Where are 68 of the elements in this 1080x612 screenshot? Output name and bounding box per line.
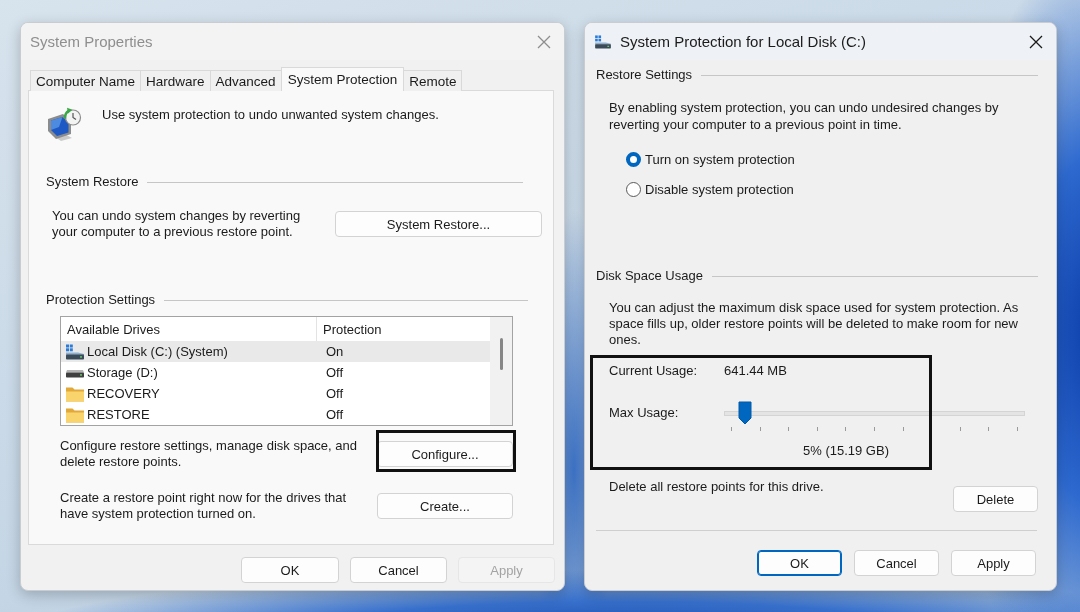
ok-button[interactable]: OK	[241, 557, 339, 583]
cancel-button[interactable]: Cancel	[854, 550, 939, 576]
folder-icon	[65, 406, 85, 423]
description-text: Create a restore point right now for the drives that have system protection turned on.	[60, 490, 348, 522]
slider-tick	[1016, 427, 1018, 431]
slider-track[interactable]	[724, 401, 1025, 425]
protection-status: Off	[325, 365, 344, 380]
slider-tick	[873, 427, 875, 431]
create-button[interactable]: Create...	[377, 493, 513, 519]
protection-status: Off	[325, 386, 344, 401]
tab[interactable]: Computer Name	[30, 70, 142, 91]
scrollbar-thumb[interactable]	[499, 338, 503, 370]
radio-option[interactable]: Disable system protection	[626, 179, 794, 199]
window-title: System Properties	[30, 33, 154, 50]
tab[interactable]: System Protection	[280, 67, 405, 91]
intro-text: Use system protection to undo unwanted system changes.	[102, 107, 439, 123]
ok-button[interactable]: OK	[757, 550, 842, 576]
drive-row[interactable]: RECOVERY Off	[61, 383, 490, 404]
radio-option[interactable]: Turn on system protection	[626, 149, 795, 169]
slider-tick	[988, 427, 990, 431]
slider-tick	[902, 427, 904, 431]
close-icon[interactable]	[1029, 34, 1043, 49]
slider-tick	[845, 427, 847, 431]
tab[interactable]: Advanced	[209, 70, 282, 91]
scrollbar[interactable]	[490, 317, 512, 425]
apply-button[interactable]: Apply	[951, 550, 1036, 576]
radio-button[interactable]	[626, 151, 641, 167]
field-label: Current Usage:	[609, 363, 699, 379]
configure-button[interactable]: Configure...	[377, 441, 513, 467]
section-heading: Disk Space Usage	[596, 268, 703, 284]
slider-tick	[731, 427, 732, 431]
folder-icon	[65, 385, 85, 402]
usage-reading: 5% (15.19 GB)	[803, 443, 889, 459]
radio-button[interactable]	[626, 181, 641, 197]
description-text: By enabling system protection, you can undo undesired changes by reverting your computer to a previous point in time.	[609, 99, 1000, 133]
column-header[interactable]: Protection	[317, 317, 490, 341]
system-restore-button[interactable]: System Restore...	[335, 211, 542, 237]
tab[interactable]: Remote	[403, 70, 463, 91]
drive-row[interactable]: Local Disk (C:) (System) On	[61, 341, 490, 362]
slider-tick	[816, 427, 818, 431]
usage-value: 641.44 MB	[724, 363, 787, 379]
drive-row[interactable]: RESTORE Off	[61, 404, 490, 425]
description-text: Configure restore settings, manage disk space, and delete restore points.	[60, 438, 358, 470]
drive-icon	[65, 343, 85, 360]
drive-icon	[594, 34, 612, 49]
field-label: Max Usage:	[609, 405, 680, 421]
slider-tick	[788, 427, 790, 431]
window-title: System Protection for Local Disk (C:)	[620, 33, 867, 50]
drive-name: RECOVERY	[87, 386, 161, 401]
description-text: You can undo system changes by reverting your computer to a previous restore point.	[52, 208, 302, 240]
section-heading: Restore Settings	[596, 67, 693, 83]
slider-tick	[759, 427, 761, 431]
protection-status: On	[325, 344, 344, 359]
slider-thumb[interactable]	[738, 401, 753, 425]
section-heading: Protection Settings	[46, 292, 156, 308]
slider-tick	[959, 427, 961, 431]
cancel-button[interactable]: Cancel	[350, 557, 447, 583]
drive-name: Local Disk (C:) (System)	[87, 344, 229, 359]
drive-name: RESTORE	[87, 407, 151, 422]
description-text: You can adjust the maximum disk space used for system protection. As space fills up, older restore points will be deleted to make room for new ones.	[609, 300, 1020, 348]
tab[interactable]: Hardware	[140, 70, 211, 91]
protection-status: Off	[325, 407, 344, 422]
drive-name: Storage (D:)	[87, 365, 159, 380]
drive-row[interactable]: Storage (D:) Off	[61, 362, 490, 383]
delete-button[interactable]: Delete	[953, 486, 1038, 512]
description-text: Delete all restore points for this drive.	[609, 479, 824, 495]
monitor-clock-icon	[47, 107, 83, 143]
section-heading: System Restore	[46, 174, 139, 190]
